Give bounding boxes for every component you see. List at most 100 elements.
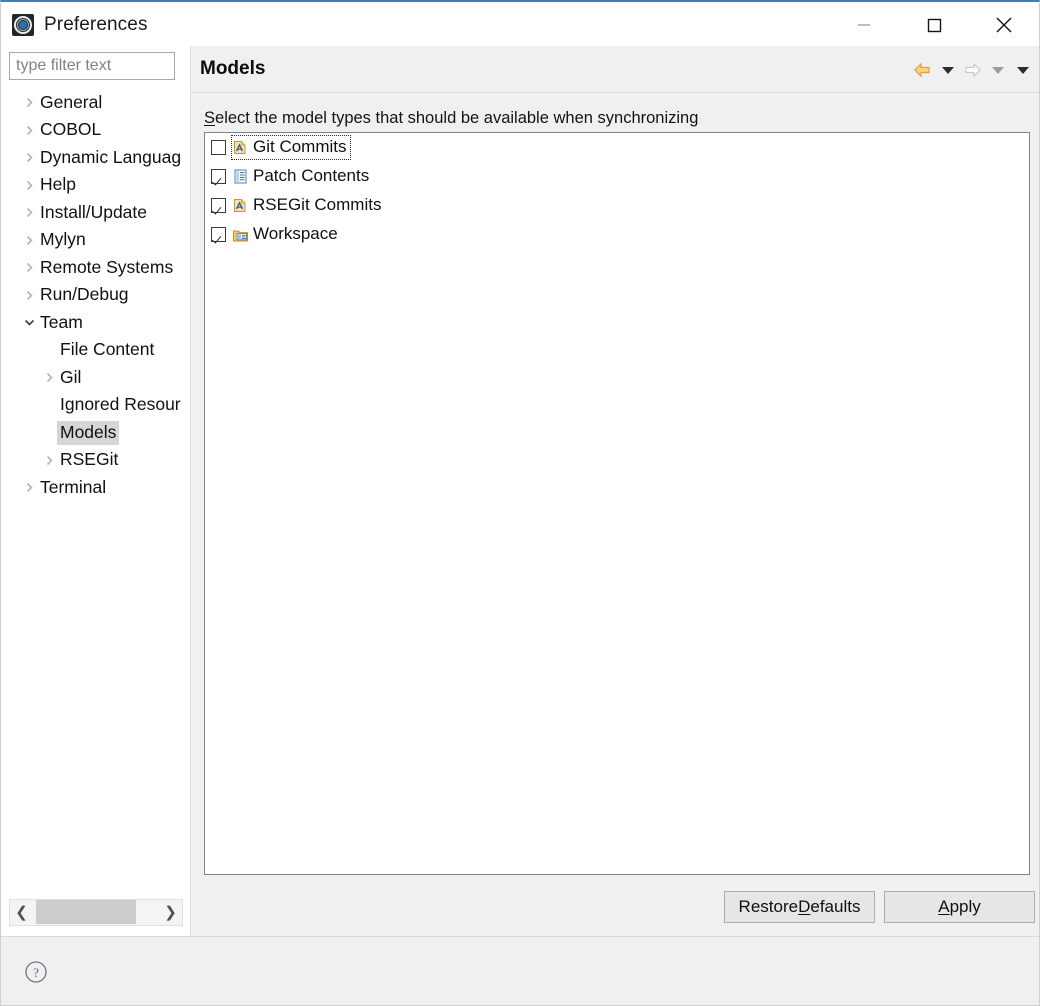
sidebar-item-help[interactable]: Help [9,172,183,200]
sidebar-item-label: Team [37,311,86,335]
workspace-icon [232,226,249,243]
back-history-dropdown-button[interactable] [935,55,960,85]
apply-mnemonic: A [938,897,949,917]
sidebar-item-label: Dynamic Languag [37,146,183,170]
model-type-content[interactable]: Workspace [232,223,341,246]
minimize-button[interactable] [829,2,899,48]
chevron-right-icon[interactable] [41,372,57,383]
help-circle-icon: ? [24,960,48,984]
apply-label-suffix: pply [950,897,981,917]
sidebar-item-rsegit[interactable]: RSEGit [9,447,183,475]
restore-defaults-button[interactable]: Restore Defaults [724,891,875,923]
chevron-down-icon [991,65,1005,75]
description-text: elect the model types that should be ava… [215,109,698,127]
sidebar-item-general[interactable]: General [9,89,183,117]
sidebar-item-label: Help [37,173,79,197]
model-type-content[interactable]: RSEGit Commits [232,194,384,217]
close-icon [991,12,1017,38]
chevron-right-icon[interactable] [21,235,37,246]
scrollbar-track[interactable] [33,899,159,926]
checkbox-checked[interactable] [211,227,226,242]
preference-tree-panel: GeneralCOBOL Dynamic Languag Help Install/U… [9,52,183,932]
page-header: Models [191,46,1040,93]
sidebar-item-remote-systems[interactable]: Remote Systems [9,254,183,282]
sidebar-item-cobol[interactable]: COBOL [9,117,183,145]
rsegit-commits-icon [232,197,249,214]
arrow-right-icon [963,62,982,78]
maximize-button[interactable] [899,2,969,48]
preference-tree[interactable]: GeneralCOBOL Dynamic Languag Help Install/U… [9,89,183,919]
chevron-right-icon[interactable] [21,152,37,163]
sidebar-item-label: File Content [57,338,157,362]
model-type-row[interactable]: Patch Contents [205,162,1029,191]
patch-contents-icon [232,168,249,185]
sidebar-horizontal-scrollbar[interactable]: ❮ ❯ [9,899,183,926]
minimize-icon [853,14,875,36]
sidebar-item-models[interactable]: Models [9,419,183,447]
restore-defaults-label-suffix: efaults [810,897,860,917]
sidebar-item-label: Models [57,421,119,445]
eclipse-icon [12,14,34,36]
view-menu-dropdown-button[interactable] [1010,55,1035,85]
model-type-row[interactable]: Git Commits [205,133,1029,162]
page-title: Models [200,58,265,80]
model-type-label: Git Commits [251,136,350,159]
restore-defaults-mnemonic: D [798,897,810,917]
chevron-right-icon[interactable]: ❯ [159,905,182,920]
model-type-label: Workspace [251,223,341,246]
back-arrow-button[interactable] [910,55,935,85]
title-bar: Preferences [1,2,1039,48]
chevron-down-icon [1016,65,1030,75]
search-input[interactable] [9,52,175,80]
forward-history-dropdown-button [985,55,1010,85]
checkbox-checked[interactable] [211,198,226,213]
chevron-right-icon[interactable] [21,125,37,136]
chevron-right-icon[interactable] [21,97,37,108]
chevron-right-icon[interactable] [21,290,37,301]
apply-button[interactable]: Apply [884,891,1035,923]
sidebar-item-team[interactable]: Team [9,309,183,337]
sidebar-item-ignored-resour[interactable]: Ignored Resour [9,392,183,420]
chevron-right-icon[interactable] [21,207,37,218]
sidebar-item-label: RSEGit [57,448,121,472]
dialog-footer: ? OK Cancel [1,936,1039,1006]
sidebar-item-gil[interactable]: Gil [9,364,183,392]
checkbox-unchecked[interactable] [211,140,226,155]
sidebar-item-dynamic-languag[interactable]: Dynamic Languag [9,144,183,172]
restore-defaults-label-prefix: Restore [739,897,799,917]
sidebar-item-label: Remote Systems [37,256,176,280]
sidebar-item-file-content[interactable]: File Content [9,337,183,365]
model-types-list[interactable]: Git Commits Patch Contents RSEGit Commits W… [204,132,1030,875]
sidebar-item-label: Gil [57,366,84,390]
git-commits-icon [232,139,249,156]
help-button[interactable]: ? [24,960,48,984]
chevron-left-icon[interactable]: ❮ [10,905,33,920]
sidebar-item-install-update[interactable]: Install/Update [9,199,183,227]
description-mnemonic: S [204,109,215,127]
chevron-down-icon[interactable] [21,317,37,328]
checkbox-checked[interactable] [211,169,226,184]
sidebar-item-run-debug[interactable]: Run/Debug [9,282,183,310]
page-description: Select the model types that should be av… [204,109,1040,128]
sidebar-item-mylyn[interactable]: Mylyn [9,227,183,255]
maximize-icon [923,14,945,36]
model-type-row[interactable]: RSEGit Commits [205,191,1029,220]
sidebar-item-terminal[interactable]: Terminal [9,474,183,502]
model-type-content[interactable]: Patch Contents [232,165,372,188]
chevron-down-icon [941,65,955,75]
window-controls [829,2,1039,48]
chevron-right-icon[interactable] [41,455,57,466]
scrollbar-thumb[interactable] [36,900,136,924]
sidebar-item-label: Run/Debug [37,283,132,307]
model-type-content[interactable]: Git Commits [232,136,350,159]
close-button[interactable] [969,2,1039,48]
sidebar-item-label: COBOL [37,118,104,142]
model-type-row[interactable]: Workspace [205,220,1029,249]
chevron-right-icon[interactable] [21,180,37,191]
sidebar-item-label: Mylyn [37,228,89,252]
chevron-right-icon[interactable] [21,482,37,493]
chevron-right-icon[interactable] [21,262,37,273]
sidebar-item-label: Terminal [37,476,109,500]
sidebar-item-label: Install/Update [37,201,150,225]
forward-arrow-button [960,55,985,85]
